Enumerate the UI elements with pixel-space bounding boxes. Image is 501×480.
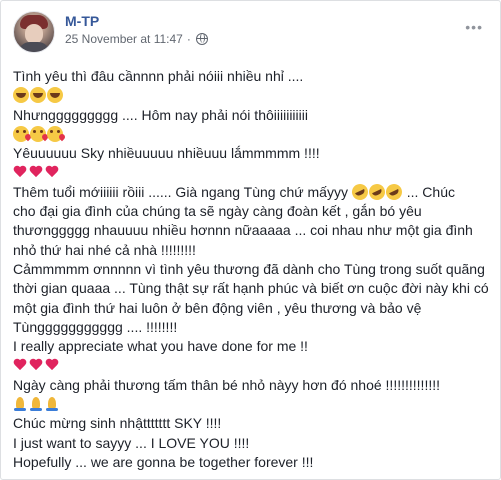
rolling-on-the-floor-laughing-icon	[383, 181, 405, 203]
more-options-icon[interactable]: •••	[465, 19, 483, 35]
face-blowing-a-kiss-icon	[47, 125, 63, 142]
post-text-line: Hopefully ... we are gonna be together f…	[13, 453, 314, 470]
post-text-line: Nhưnggggggggg .... Hôm nay phải nói thôi…	[13, 106, 308, 123]
emoji-row	[13, 395, 491, 414]
emoji-row	[13, 356, 491, 375]
post-text-paragraph: Cảmmmmm ơnnnnn vì tình yêu thương đã dàn…	[13, 260, 489, 335]
emoji-row	[13, 163, 491, 182]
globe-icon[interactable]	[195, 33, 208, 45]
post-timestamp[interactable]: 25 November at 11:47	[65, 32, 183, 46]
rolling-on-the-floor-laughing-icon	[349, 181, 371, 203]
post-text-line: Yêuuuuuu Sky nhiềuuuuu nhiềuuu lắmmmmm !…	[13, 145, 320, 162]
folded-hands-icon	[29, 396, 43, 412]
face-with-tears-of-joy-icon	[47, 87, 63, 104]
emoji-row	[13, 125, 491, 144]
meta-separator: ·	[186, 32, 191, 46]
red-heart-icon	[45, 166, 59, 179]
post-text-line: Chúc mừng sinh nhậttttttt SKY !!!!	[13, 415, 222, 432]
post-text-line: Thêm tuổi mớiiiiii rồiii ...... Già ngan…	[13, 181, 491, 203]
post-text-line: Tình yêu thì đâu cầnnnn phải nóiii nhiều…	[13, 68, 304, 84]
author-avatar[interactable]	[13, 11, 55, 53]
post-text-line: Ngày càng phải thương tấm thân bé nhỏ nà…	[13, 376, 440, 393]
post-text-line: I just want to sayyy ... I LOVE YOU !!!!	[13, 434, 250, 451]
post-card: M-TP 25 November at 11:47 · ••• Tình yêu…	[0, 0, 501, 480]
post-text-segment: ... Chúc	[406, 183, 455, 200]
post-meta: 25 November at 11:47 ·	[65, 32, 208, 46]
face-with-tears-of-joy-icon	[13, 87, 29, 104]
face-blowing-a-kiss-icon	[13, 125, 29, 142]
folded-hands-icon	[45, 396, 59, 412]
post-text-line: I really appreciate what you have done f…	[13, 338, 308, 355]
face-blowing-a-kiss-icon	[30, 125, 46, 142]
emoji-row	[13, 86, 491, 105]
red-heart-icon	[29, 166, 43, 179]
post-text-paragraph: cho đại gia đình của chúng ta sẽ ngày cà…	[13, 203, 473, 258]
face-with-tears-of-joy-icon	[30, 87, 46, 104]
post-text-segment: Thêm tuổi mớiiiiii rồiii ...... Già ngan…	[13, 183, 348, 200]
red-heart-icon	[13, 359, 27, 372]
rolling-on-the-floor-laughing-icon	[366, 181, 388, 203]
post-header: M-TP 25 November at 11:47 · •••	[13, 11, 483, 53]
post-body: Tình yêu thì đâu cầnnnn phải nóiii nhiều…	[13, 67, 491, 472]
red-heart-icon	[13, 166, 27, 179]
folded-hands-icon	[13, 396, 27, 412]
author-name[interactable]: M-TP	[65, 13, 99, 29]
red-heart-icon	[45, 359, 59, 372]
red-heart-icon	[29, 359, 43, 372]
